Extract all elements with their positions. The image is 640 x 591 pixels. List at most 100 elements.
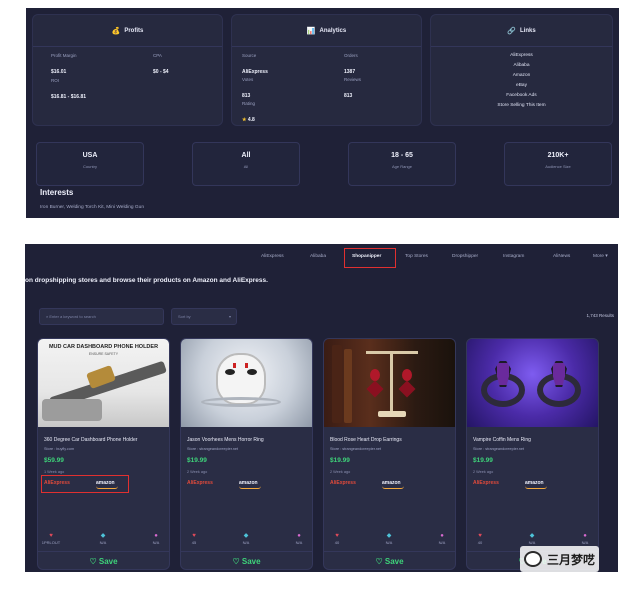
product-store[interactable]: Store : strangeandcreepier.net [187,447,238,451]
product-store[interactable]: Store : strangeandcreepier.net [473,447,524,451]
orders-field: Orders 1387 [344,53,358,75]
intro-text: on dropshipping stores and browse their … [25,277,268,284]
nav-alibaba[interactable]: Alibaba [310,254,326,259]
stat-country: USA Country [36,142,144,186]
product-card[interactable]: Jason Voorhees Mens Horror Ring Store : … [180,338,313,570]
stat-gender: All All [192,142,300,186]
product-image [324,339,455,427]
nav-instagram[interactable]: Instagram [503,254,524,259]
comment-button[interactable]: ● N/A [575,533,595,545]
product-title[interactable]: 360 Degree Car Dashboard Phone Holder [44,437,137,443]
share-button[interactable]: ◆ N/A [379,533,399,545]
link-facebook-ads[interactable]: Facebook Ads [431,91,612,101]
aliexpress-logo[interactable]: AliExpress [187,480,213,486]
share-icon: ◆ [386,533,392,539]
share-icon: ◆ [529,533,535,539]
interests-heading: Interests [40,188,74,197]
nav-alinews[interactable]: AliNews [553,254,570,259]
roi-field: ROI $16.81 - $16.81 [51,78,87,100]
comment-icon: ● [583,533,587,539]
nav-aliexpress[interactable]: AliExpress [261,254,284,259]
comment-button[interactable]: ● N/A [432,533,452,545]
product-store[interactable]: Store : buyfly.com [44,447,74,451]
product-title[interactable]: Vampire Coffin Mens Ring [473,437,531,443]
search-input[interactable]: ⌕ Enter a keyword to search [39,308,164,325]
votes-field: Votes 813 [242,77,254,99]
cpa-field: CPA $0 - $4 [153,53,169,75]
heart-icon: ♥ [335,533,339,539]
money-bag-icon: 💰 [111,27,121,35]
share-button[interactable]: ◆ N/A [236,533,256,545]
link-store-selling[interactable]: Store Selling This Item [431,101,612,111]
nav-more[interactable]: More ▾ [593,254,608,259]
share-button[interactable]: ◆ N/A [93,533,113,545]
save-button[interactable]: ♡ Save [38,551,169,569]
sort-select[interactable]: Sort by ▾ [171,308,237,325]
nav-dropshipper[interactable]: Dropshipper [452,254,478,259]
heart-outline-icon: ♡ [375,557,383,566]
product-card[interactable]: MUD CAR DASHBOARD PHONE HOLDER ENSURE SA… [37,338,170,570]
product-price: $19.99 [187,457,207,464]
interests-text: Iron Burner, Welding Torch Kit, Mini Wel… [40,205,144,210]
star-icon: ★ [242,117,247,123]
stat-age-range: 18 - 65 Age Range [348,142,456,186]
amazon-smile-icon [239,486,261,489]
nav-active-highlight [344,248,396,268]
product-date: 1 Week ago [44,470,65,474]
save-button[interactable]: ♡ Save [324,551,455,569]
link-ebay[interactable]: eBay [431,81,612,91]
heart-icon: ♥ [192,533,196,539]
product-card[interactable]: Blood Rose Heart Drop Earrings Store : s… [323,338,456,570]
product-title[interactable]: Blood Rose Heart Drop Earrings [330,437,402,443]
chevron-down-icon: ▾ [605,254,608,259]
reviews-field: Reviews 813 [344,77,362,99]
source-field: Source AliExpress [242,53,268,75]
product-image: MUD CAR DASHBOARD PHONE HOLDER ENSURE SA… [38,339,169,427]
comment-button[interactable]: ● N/A [146,533,166,545]
watermark: 三月梦呓 [520,546,600,572]
product-title[interactable]: Jason Voorhees Mens Horror Ring [187,437,264,443]
chevron-down-icon: ▾ [228,314,231,319]
links-card: 🔗 Links AliExpress Alibaba Amazon eBay F… [430,14,613,126]
amazon-smile-icon [525,486,547,489]
link-icon: 🔗 [507,27,517,35]
product-search-panel: AliExpress Alibaba Shopanipper Top Store… [25,244,618,572]
search-icon: ⌕ [46,314,49,319]
product-price: $19.99 [330,457,350,464]
aliexpress-logo[interactable]: AliExpress [473,480,499,486]
comment-button[interactable]: ● N/A [289,533,309,545]
product-card[interactable]: Vampire Coffin Mens Ring Store : strange… [466,338,599,570]
nav-top-stores[interactable]: Top Stores [405,254,428,259]
product-date: 2 Week ago [330,470,351,474]
share-icon: ◆ [100,533,106,539]
heart-outline-icon: ♡ [232,557,240,566]
product-store[interactable]: Store : strangeandcreepier.net [330,447,381,451]
heart-icon: ♥ [478,533,482,539]
link-amazon[interactable]: Amazon [431,71,612,81]
product-image [467,339,598,427]
share-button[interactable]: ◆ N/A [522,533,542,545]
aliexpress-logo[interactable]: AliExpress [330,480,356,486]
product-price: $59.99 [44,457,64,464]
link-alibaba[interactable]: Alibaba [431,61,612,71]
like-button[interactable]: ♥ 45 [184,533,204,545]
like-button[interactable]: ♥ 1PRLOUT [41,533,61,545]
source-highlight [41,475,129,493]
product-date: 2 Week ago [187,470,208,474]
product-date: 2 Week ago [473,470,494,474]
wechat-icon [524,551,542,567]
heart-icon: ♥ [49,533,53,539]
link-aliexpress[interactable]: AliExpress [431,51,612,61]
heart-outline-icon: ♡ [89,557,97,566]
results-count: 1,743 Results [586,313,614,318]
rating-field: Rating ★ 4.8 [242,101,256,123]
comment-icon: ● [440,533,444,539]
like-button[interactable]: ♥ 40 [327,533,347,545]
profits-title: Profits [124,27,144,34]
like-button[interactable]: ♥ 40 [470,533,490,545]
save-button[interactable]: ♡ Save [181,551,312,569]
analytics-title: Analytics [319,27,347,34]
comment-icon: ● [297,533,301,539]
share-icon: ◆ [243,533,249,539]
product-image [181,339,312,427]
